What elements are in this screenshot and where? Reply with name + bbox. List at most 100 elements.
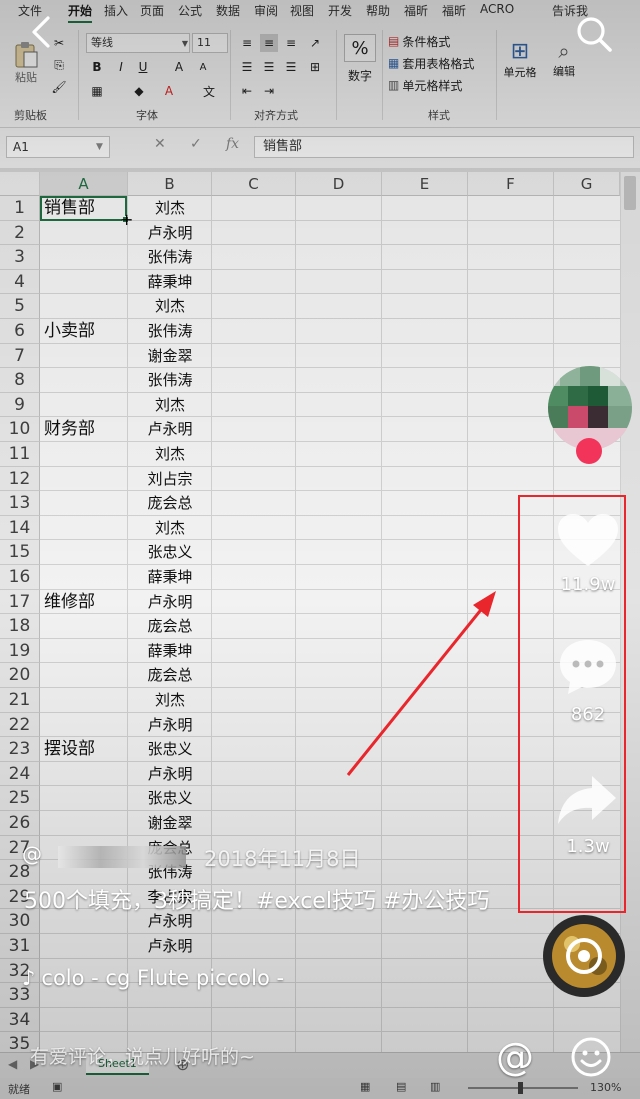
cell-name[interactable]: 薛秉坤 bbox=[128, 270, 212, 294]
row-header[interactable]: 16 bbox=[0, 565, 40, 590]
cell-department[interactable]: 财务部 bbox=[44, 417, 95, 441]
row-header[interactable]: 23 bbox=[0, 737, 40, 762]
music-disc[interactable] bbox=[542, 914, 626, 998]
zoom-slider-thumb[interactable] bbox=[518, 1082, 523, 1094]
percent-button[interactable]: % bbox=[344, 34, 376, 62]
column-header-g[interactable]: G bbox=[554, 172, 620, 196]
page-break-view-icon[interactable]: ▥ bbox=[430, 1080, 440, 1093]
cell-name[interactable]: 张忠义 bbox=[128, 540, 212, 564]
name-box[interactable]: A1 bbox=[6, 136, 110, 158]
column-header-f[interactable]: F bbox=[468, 172, 554, 196]
row-header[interactable]: 11 bbox=[0, 442, 40, 467]
align-center-icon[interactable]: ☰ bbox=[260, 58, 278, 76]
mention-button[interactable]: @ bbox=[496, 1036, 534, 1078]
align-left-icon[interactable]: ☰ bbox=[238, 58, 256, 76]
row-header[interactable]: 10 bbox=[0, 417, 40, 442]
column-header-d[interactable]: D bbox=[296, 172, 382, 196]
cell-name[interactable]: 刘杰 bbox=[128, 393, 212, 417]
row-header[interactable]: 8 bbox=[0, 368, 40, 393]
row-header[interactable]: 13 bbox=[0, 491, 40, 516]
row-header[interactable]: 17 bbox=[0, 589, 40, 615]
tab-developer[interactable]: 开发 bbox=[328, 2, 352, 19]
row-header[interactable]: 4 bbox=[0, 269, 40, 295]
cell-name[interactable]: 刘杰 bbox=[128, 516, 212, 540]
fill-color-icon[interactable]: ◆ bbox=[130, 82, 148, 100]
phonetic-icon[interactable]: 文 bbox=[200, 82, 218, 100]
column-header-b[interactable]: B bbox=[128, 172, 212, 196]
row-header[interactable]: 31 bbox=[0, 934, 40, 959]
row-header[interactable]: 19 bbox=[0, 638, 40, 664]
cancel-icon[interactable]: ✕ bbox=[154, 136, 166, 152]
video-caption[interactable]: 500个填充，3秒搞定！#excel技巧 #办公技巧 bbox=[24, 885, 494, 919]
author-handle[interactable]: @ bbox=[22, 842, 42, 866]
music-track[interactable]: ♪ colo - cg Flute piccolo - bbox=[22, 966, 284, 990]
merge-center-icon[interactable]: ⊞ bbox=[306, 58, 324, 76]
row-header[interactable]: 20 bbox=[0, 663, 40, 688]
emoji-button[interactable] bbox=[570, 1036, 612, 1078]
cell-department[interactable]: 维修部 bbox=[44, 590, 95, 614]
shrink-font-icon[interactable]: A bbox=[194, 58, 212, 76]
tab-foxit-1[interactable]: 福昕 bbox=[404, 2, 428, 19]
tab-help[interactable]: 帮助 bbox=[366, 2, 390, 19]
row-header[interactable]: 7 bbox=[0, 343, 40, 369]
tab-acrobat[interactable]: ACRO bbox=[480, 2, 514, 16]
cell-name[interactable]: 庞会总 bbox=[128, 614, 212, 638]
cell-name[interactable]: 卢永明 bbox=[128, 221, 212, 245]
cell-name[interactable]: 庞会总 bbox=[128, 491, 212, 515]
cell-name[interactable]: 卢永明 bbox=[128, 934, 212, 958]
cell-name[interactable]: 刘杰 bbox=[128, 442, 212, 466]
font-size-select[interactable]: 11 bbox=[192, 33, 228, 53]
column-header-a[interactable]: A bbox=[40, 172, 128, 196]
cell-name[interactable]: 薛秉坤 bbox=[128, 639, 212, 663]
row-header[interactable]: 26 bbox=[0, 811, 40, 836]
cell-department[interactable]: 小卖部 bbox=[44, 319, 95, 343]
align-middle-icon[interactable]: ≡ bbox=[260, 34, 278, 52]
tab-view[interactable]: 视图 bbox=[290, 2, 314, 19]
row-header[interactable]: 3 bbox=[0, 245, 40, 270]
bold-icon[interactable]: B bbox=[88, 58, 106, 76]
orientation-icon[interactable]: ↗ bbox=[306, 34, 324, 52]
cell-name[interactable]: 刘杰 bbox=[128, 688, 212, 712]
sheet-nav-prev-icon[interactable]: ◀ bbox=[8, 1057, 17, 1071]
grow-font-icon[interactable]: A bbox=[170, 58, 188, 76]
row-header[interactable]: 34 bbox=[0, 1007, 40, 1033]
formula-input[interactable]: 销售部 bbox=[254, 136, 634, 158]
tab-foxit-2[interactable]: 福昕 bbox=[442, 2, 466, 19]
cell-name[interactable]: 谢金翠 bbox=[128, 811, 212, 835]
column-header-c[interactable]: C bbox=[212, 172, 296, 196]
cell-name[interactable]: 卢永明 bbox=[128, 762, 212, 786]
align-bottom-icon[interactable]: ≡ bbox=[282, 34, 300, 52]
borders-icon[interactable]: ▦ bbox=[88, 82, 106, 100]
tab-data[interactable]: 数据 bbox=[216, 2, 240, 19]
back-button[interactable] bbox=[22, 12, 62, 52]
font-name-select[interactable]: 等线 bbox=[86, 33, 190, 53]
underline-icon[interactable]: U bbox=[134, 58, 152, 76]
cell-department[interactable]: 摆设部 bbox=[44, 737, 95, 761]
row-header[interactable]: 9 bbox=[0, 392, 40, 418]
italic-icon[interactable]: I bbox=[112, 58, 130, 76]
align-top-icon[interactable]: ≡ bbox=[238, 34, 256, 52]
cells-button[interactable]: ⊞ 单元格 bbox=[500, 34, 540, 84]
cell-name[interactable]: 张伟涛 bbox=[128, 245, 212, 269]
column-header-e[interactable]: E bbox=[382, 172, 468, 196]
row-header[interactable]: 5 bbox=[0, 294, 40, 319]
cell-name[interactable]: 庞会总 bbox=[128, 663, 212, 687]
font-color-icon[interactable]: A bbox=[160, 82, 178, 100]
tab-formulas[interactable]: 公式 bbox=[178, 2, 202, 19]
cell-name[interactable]: 刘占宗 bbox=[128, 467, 212, 491]
cell-name[interactable]: 谢金翠 bbox=[128, 344, 212, 368]
cell-styles-button[interactable]: ▥ 单元格样式 bbox=[388, 76, 462, 94]
row-header[interactable]: 15 bbox=[0, 540, 40, 565]
cell-name[interactable]: 卢永明 bbox=[128, 590, 212, 614]
scrollbar-thumb[interactable] bbox=[624, 176, 636, 210]
conditional-formatting-button[interactable]: ▤ 条件格式 bbox=[388, 32, 450, 50]
row-header[interactable]: 24 bbox=[0, 761, 40, 787]
increase-indent-icon[interactable]: ⇥ bbox=[260, 82, 278, 100]
macro-record-icon[interactable]: ▣ bbox=[52, 1080, 62, 1093]
chevron-down-icon[interactable]: ▼ bbox=[96, 142, 103, 152]
cell-name[interactable]: 刘杰 bbox=[128, 196, 212, 220]
tab-page-layout[interactable]: 页面 bbox=[140, 2, 164, 19]
share-button[interactable] bbox=[556, 770, 620, 830]
row-header[interactable]: 21 bbox=[0, 688, 40, 713]
cell-name[interactable]: 薛秉坤 bbox=[128, 565, 212, 589]
